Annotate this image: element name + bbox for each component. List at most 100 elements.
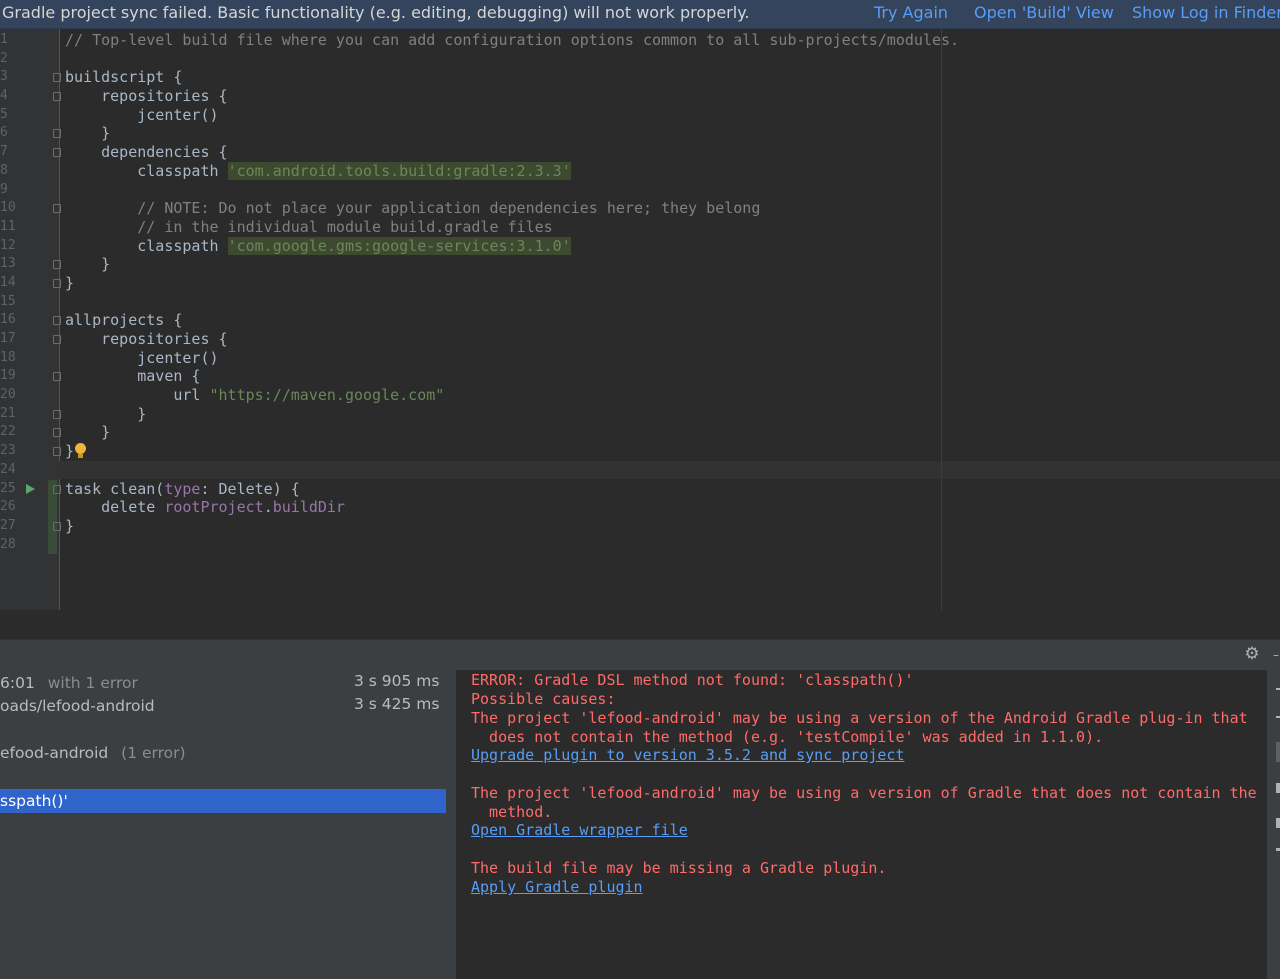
tree-row-sync-status: with 1 error <box>47 674 138 692</box>
code-token: maven { <box>65 367 201 386</box>
code-editor[interactable]: 1 // Top-level build file where you can a… <box>0 29 1280 610</box>
strip-icon-4[interactable] <box>1276 783 1280 793</box>
show-log-in-finder-link[interactable]: Show Log in Finder <box>1132 3 1280 22</box>
code-line[interactable]: 3 buildscript { <box>0 68 1280 87</box>
code-line[interactable]: 22 } <box>0 423 1280 442</box>
code-text: } <box>65 423 110 442</box>
fold-toggle-icon[interactable] <box>53 148 61 158</box>
fold-toggle-icon[interactable] <box>53 335 61 344</box>
code-token: repositories { <box>65 330 228 348</box>
tree-row-project[interactable]: efood-android (1 error) <box>0 742 186 764</box>
line-number: 18 <box>0 349 16 365</box>
lightbulb-icon[interactable] <box>75 443 86 459</box>
line-number: 24 <box>0 461 16 477</box>
code-line[interactable]: 17 repositories { <box>0 330 1280 349</box>
open-gradle-wrapper-link[interactable]: Open Gradle wrapper file <box>471 821 688 839</box>
code-line[interactable]: 28 <box>0 536 1280 555</box>
code-line[interactable]: 21 } <box>0 405 1280 424</box>
strip-icon-6[interactable] <box>1276 848 1280 851</box>
code-text: delete rootProject.buildDir <box>65 498 345 517</box>
strip-icon-5[interactable] <box>1276 818 1280 828</box>
line-number: 7 <box>0 144 8 160</box>
code-line[interactable]: 1 // Top-level build file where you can a… <box>0 31 1280 50</box>
code-line[interactable]: 4 repositories { <box>0 87 1280 106</box>
code-line[interactable]: 14} <box>0 274 1280 293</box>
code-line[interactable]: 12 classpath 'com.google.gms:google-serv… <box>0 236 1280 256</box>
fold-toggle-icon[interactable] <box>53 521 61 531</box>
fold-toggle-icon[interactable] <box>53 129 61 139</box>
fold-toggle-icon[interactable] <box>53 409 61 419</box>
code-comment: // Top-level build file where you can ad… <box>65 31 960 49</box>
fold-toggle-icon[interactable] <box>53 484 61 494</box>
gear-icon[interactable]: ⚙ <box>1244 646 1260 663</box>
code-line[interactable]: 5 jcenter() <box>0 106 1280 125</box>
code-token: classpath <box>65 236 228 255</box>
code-line[interactable]: 24 <box>0 461 1280 480</box>
minimize-icon[interactable]: – <box>1273 648 1279 662</box>
line-number: 10 <box>0 200 16 216</box>
code-line[interactable]: 2 <box>0 50 1280 69</box>
sync-failed-notification: Gradle project sync failed. Basic functi… <box>0 0 1280 29</box>
console-cause1-line1: The project 'lefood-android' may be usin… <box>471 709 1248 727</box>
fold-toggle-icon[interactable] <box>53 73 61 83</box>
code-line[interactable]: 18 jcenter() <box>0 349 1280 368</box>
code-text: } <box>65 255 110 274</box>
build-tool-window-header <box>0 639 1280 671</box>
strip-icon-2[interactable] <box>1276 716 1280 718</box>
code-text: jcenter() <box>65 105 219 125</box>
code-token: rootProject <box>164 498 264 517</box>
code-token: } <box>65 516 75 535</box>
strip-icon-3[interactable] <box>1276 742 1280 762</box>
code-line[interactable]: 26 delete rootProject.buildDir <box>0 498 1280 517</box>
code-token: jcenter() <box>65 105 219 124</box>
editor-tool-separator <box>0 610 1280 639</box>
fold-toggle-icon[interactable] <box>53 447 61 457</box>
code-line[interactable]: 23} <box>0 442 1280 461</box>
tree-row-project-path-label: oads/lefood-android <box>0 697 155 715</box>
line-number: 23 <box>0 443 16 459</box>
fold-toggle-icon[interactable] <box>53 260 61 270</box>
open-build-view-link[interactable]: Open 'Build' View <box>974 3 1114 22</box>
code-text: buildscript { <box>65 68 182 87</box>
strip-icon-1[interactable] <box>1276 688 1280 690</box>
code-string: 'com.android.tools.build:gradle:2.3.3' <box>227 161 571 180</box>
code-line[interactable]: 27} <box>0 517 1280 536</box>
code-line[interactable]: 8 classpath 'com.android.tools.build:gra… <box>0 161 1280 181</box>
fold-toggle-icon[interactable] <box>53 316 61 326</box>
fold-toggle-icon[interactable] <box>53 428 61 438</box>
apply-gradle-plugin-link[interactable]: Apply Gradle plugin <box>471 878 643 896</box>
code-line[interactable]: 16 allprojects { <box>0 311 1280 330</box>
code-line[interactable]: 10 // NOTE: Do not place your applicatio… <box>0 199 1280 218</box>
fold-toggle-icon[interactable] <box>53 278 61 288</box>
upgrade-plugin-link[interactable]: Upgrade plugin to version 3.5.2 and sync… <box>471 746 904 764</box>
tree-row-sync[interactable]: 6:01 with 1 error <box>0 672 138 694</box>
code-line[interactable]: 19 maven { <box>0 367 1280 386</box>
notification-message: Gradle project sync failed. Basic functi… <box>2 3 750 22</box>
code-line[interactable]: 9 <box>0 181 1280 200</box>
tree-row-project-path[interactable]: oads/lefood-android <box>0 695 155 717</box>
code-line[interactable]: 15 <box>0 293 1280 312</box>
code-token: classpath <box>65 161 228 180</box>
code-line[interactable]: 13 } <box>0 255 1280 274</box>
code-string: "https://maven.google.com" <box>209 386 445 405</box>
code-text: repositories { <box>65 330 228 349</box>
code-string: 'com.google.gms:google-services:3.1.0' <box>227 236 571 255</box>
code-line[interactable]: 7 dependencies { <box>0 143 1280 162</box>
console-error-line: ERROR: Gradle DSL method not found: 'cla… <box>471 671 914 689</box>
build-output-console[interactable]: ERROR: Gradle DSL method not found: 'cla… <box>457 670 1267 979</box>
fold-toggle-icon[interactable] <box>53 372 61 382</box>
run-task-icon[interactable] <box>26 483 35 494</box>
fold-toggle-icon[interactable] <box>53 92 61 102</box>
code-text: classpath 'com.google.gms:google-service… <box>65 236 571 256</box>
tree-row-selected-error[interactable]: sspath()' <box>0 789 446 813</box>
code-line[interactable]: 25 task clean(type: Delete) { <box>0 480 1280 499</box>
code-lines[interactable]: 1 // Top-level build file where you can a… <box>0 31 1280 554</box>
code-line[interactable]: 20 url "https://maven.google.com" <box>0 386 1280 405</box>
code-text: // Top-level build file where you can ad… <box>65 31 959 50</box>
fold-toggle-icon[interactable] <box>53 204 61 214</box>
line-number: 1 <box>0 32 8 47</box>
try-again-link[interactable]: Try Again <box>874 3 948 22</box>
line-number: 8 <box>0 162 8 178</box>
code-line[interactable]: 11 // in the individual module build.gra… <box>0 218 1280 237</box>
code-line[interactable]: 6 } <box>0 124 1280 143</box>
